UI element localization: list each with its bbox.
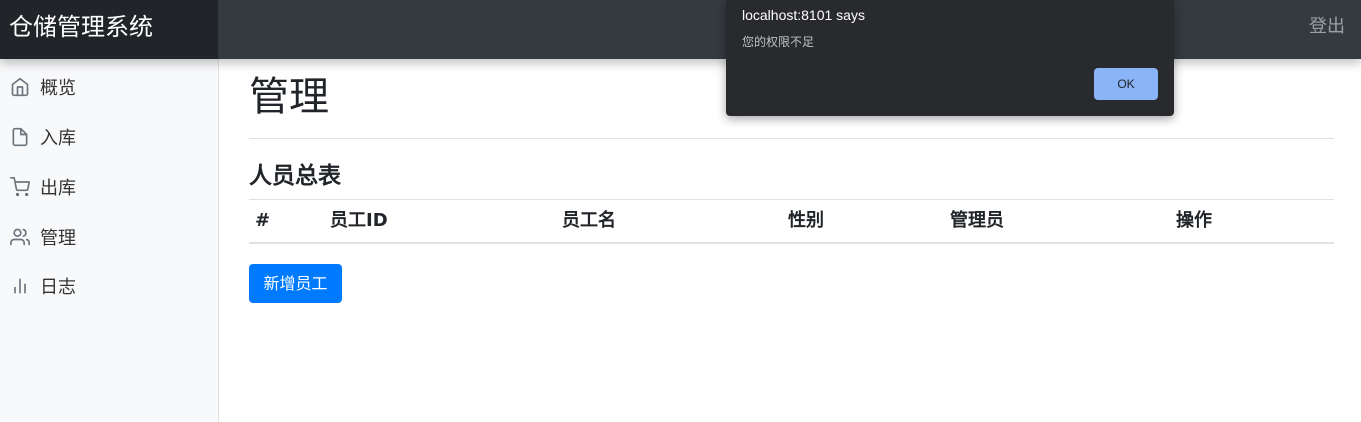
dialog-message: 您的权限不足 bbox=[742, 35, 815, 49]
shopping-cart-icon bbox=[10, 177, 30, 197]
table-header-actions: 操作 bbox=[1176, 210, 1212, 231]
sidebar-item-outbound[interactable]: 出库 bbox=[0, 167, 218, 207]
home-icon bbox=[11, 77, 29, 97]
table-header-employee-name: 员工名 bbox=[562, 210, 616, 231]
sidebar-item-label: 入库 bbox=[40, 128, 76, 149]
sidebar: 概览 入库 出库 管理 日志 bbox=[0, 59, 219, 422]
file-icon bbox=[12, 127, 28, 147]
title-divider bbox=[249, 138, 1334, 139]
dialog-ok-button[interactable]: OK bbox=[1094, 68, 1158, 100]
users-icon bbox=[10, 228, 30, 246]
logout-link[interactable]: 登出 bbox=[1309, 0, 1345, 54]
sidebar-item-inbound[interactable]: 入库 bbox=[0, 117, 218, 157]
sidebar-item-manage[interactable]: 管理 bbox=[0, 217, 218, 257]
section-title: 人员总表 bbox=[249, 163, 341, 189]
table-header-gender: 性别 bbox=[788, 210, 824, 231]
table-top-border bbox=[249, 199, 1334, 200]
sidebar-item-log[interactable]: 日志 bbox=[0, 266, 218, 306]
sidebar-item-label: 出库 bbox=[40, 178, 76, 199]
table-header-index: # bbox=[255, 210, 271, 231]
sidebar-item-label: 日志 bbox=[40, 277, 76, 298]
add-employee-button[interactable]: 新增员工 bbox=[249, 264, 342, 303]
table-header-border bbox=[249, 242, 1334, 244]
table-header-employee-id: 员工ID bbox=[330, 210, 388, 231]
bar-chart-icon bbox=[14, 278, 26, 294]
page-title: 管理 bbox=[249, 74, 329, 120]
table-header-admin: 管理员 bbox=[950, 210, 1004, 231]
brand-title[interactable]: 仓储管理系统 bbox=[0, 0, 218, 59]
dialog-title: localhost:8101 says bbox=[742, 7, 865, 23]
sidebar-item-label: 管理 bbox=[40, 228, 76, 249]
alert-dialog: localhost:8101 says 您的权限不足 OK bbox=[726, 0, 1174, 116]
sidebar-item-label: 概览 bbox=[40, 78, 76, 99]
sidebar-item-overview[interactable]: 概览 bbox=[0, 67, 218, 107]
